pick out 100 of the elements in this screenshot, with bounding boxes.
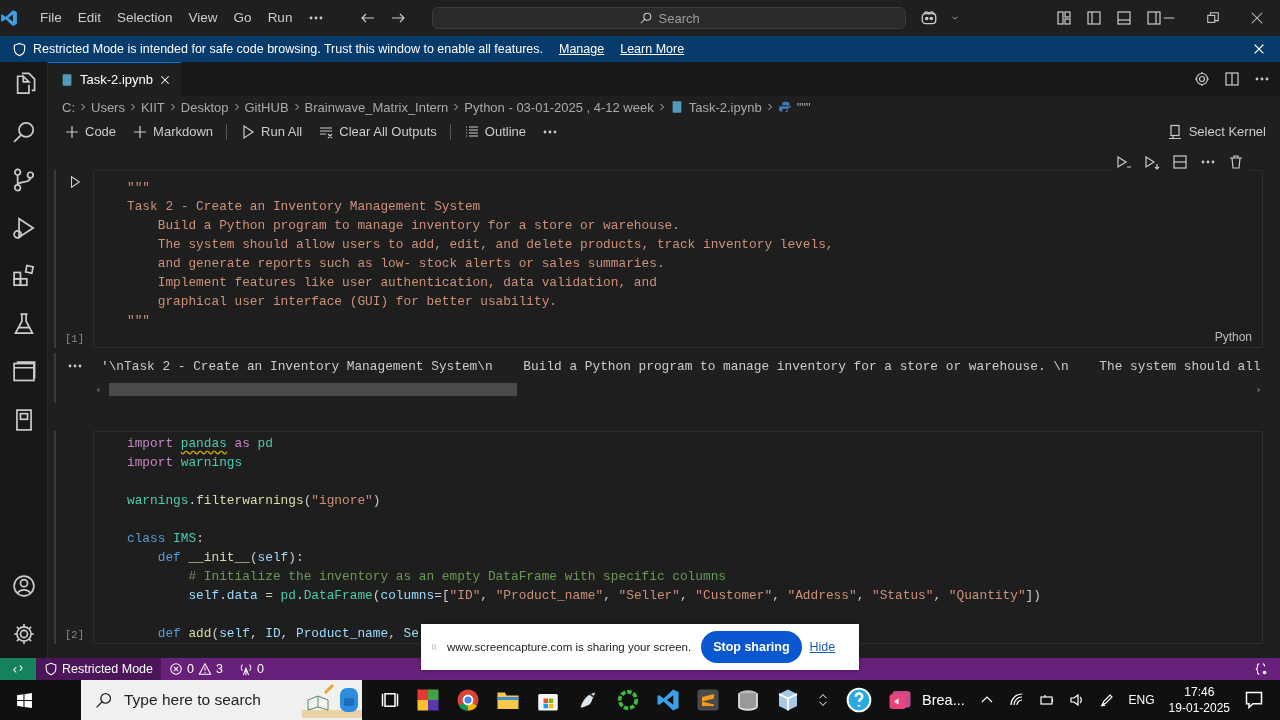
- antenna-icon: [238, 662, 253, 676]
- sidebar-left-icon[interactable]: [1086, 10, 1102, 26]
- taskbar-app[interactable]: Brea...: [888, 688, 965, 712]
- cube-icon[interactable]: [776, 688, 800, 712]
- search-field[interactable]: Search: [432, 7, 906, 29]
- breadcrumb-item[interactable]: Users: [91, 99, 125, 115]
- breadcrumb-item[interactable]: C:: [62, 99, 75, 115]
- panel-icon[interactable]: [1116, 10, 1132, 26]
- warning-icon: [197, 662, 212, 676]
- breadcrumb-item[interactable]: Brainwave_Matrix_Intern: [304, 99, 449, 115]
- task-view-icon[interactable]: [380, 690, 400, 710]
- language-label[interactable]: Python: [1214, 330, 1262, 347]
- run-below-icon[interactable]: [1144, 154, 1160, 170]
- toolbar-button[interactable]: Run All: [234, 123, 309, 140]
- toolbar-button[interactable]: Markdown: [126, 123, 220, 140]
- close-icon[interactable]: [1250, 11, 1264, 25]
- execution-count: [2]: [65, 629, 84, 641]
- menu-item[interactable]: Go: [225, 10, 260, 26]
- problems-button[interactable]: 0 3: [161, 658, 231, 680]
- breadcrumb-item[interactable]: Desktop: [180, 99, 229, 115]
- toolbar-button[interactable]: Outline: [457, 123, 532, 140]
- input-language[interactable]: ENG: [1128, 693, 1155, 707]
- run-debug-icon[interactable]: [11, 216, 36, 240]
- toolbar-button[interactable]: Code: [58, 123, 123, 140]
- database-icon[interactable]: [736, 688, 760, 712]
- code-line: import pandas as pd: [127, 435, 273, 453]
- code-line: # Initialize the inventory as an empty DataFrame with specific columns: [187, 568, 726, 586]
- execution-count: [1]: [65, 333, 84, 345]
- banner-message: Restricted Mode is intended for safe code browsing. Trust this window to enable all features.: [33, 42, 543, 56]
- ring-icon[interactable]: [616, 688, 640, 712]
- flask-icon[interactable]: [11, 312, 36, 336]
- plus-icon[interactable]: [132, 123, 149, 140]
- banner-link[interactable]: Learn More: [620, 42, 685, 56]
- plus-icon[interactable]: [64, 123, 80, 140]
- account-icon[interactable]: [11, 574, 36, 598]
- battery-icon[interactable]: [1038, 692, 1055, 708]
- toolbar-button[interactable]: Clear All Outputs: [312, 123, 443, 140]
- windows-icon[interactable]: [16, 691, 33, 709]
- extensions-icon[interactable]: [11, 264, 36, 288]
- list-icon[interactable]: [463, 123, 480, 140]
- volume-icon[interactable]: [1068, 692, 1085, 708]
- menu-item[interactable]: Edit: [69, 10, 110, 26]
- sidebar-right-icon[interactable]: [1146, 10, 1162, 26]
- pen-icon[interactable]: [1098, 692, 1115, 708]
- run-by-line-icon[interactable]: [1116, 154, 1132, 170]
- books-backpack-icon: [302, 682, 362, 718]
- breadcrumb-item[interactable]: GitHUB: [244, 99, 289, 115]
- code-line: """: [127, 312, 151, 330]
- kernel-icon[interactable]: [1166, 123, 1183, 140]
- split-cell-icon[interactable]: [1172, 154, 1188, 170]
- stop-sharing-button[interactable]: Stop sharing: [701, 631, 802, 663]
- search-icon[interactable]: [11, 120, 36, 144]
- search-icon: [638, 11, 653, 25]
- breadcrumb-item[interactable]: Task-2.ipynb: [669, 99, 762, 115]
- restore-icon[interactable]: [1206, 11, 1220, 25]
- settings-icon[interactable]: [11, 622, 36, 646]
- vscode-logo-icon: [0, 9, 18, 27]
- slides-icon: [888, 688, 912, 712]
- breadcrumb-item[interactable]: """: [777, 99, 811, 115]
- breadcrumb-item[interactable]: KIIT: [140, 99, 165, 115]
- wifi-icon[interactable]: [1008, 692, 1025, 708]
- browser-icon[interactable]: [456, 688, 480, 712]
- taskbar-search-field[interactable]: Type here to search: [81, 680, 362, 720]
- ports-button[interactable]: 0: [230, 658, 272, 680]
- restricted-mode-button[interactable]: Restricted Mode: [36, 658, 161, 680]
- source-control-icon[interactable]: [11, 168, 36, 192]
- tiles-icon[interactable]: [416, 688, 440, 712]
- help-icon[interactable]: [846, 687, 872, 713]
- menu-item[interactable]: Selection: [109, 10, 181, 26]
- menu-item[interactable]: View: [180, 10, 226, 26]
- notification-center-icon[interactable]: [1244, 690, 1264, 710]
- search-icon: [95, 691, 112, 709]
- clock[interactable]: 17:46 19-01-2025: [1168, 684, 1230, 716]
- code-cell[interactable]: [93, 170, 1263, 348]
- breadcrumb-item[interactable]: Python - 03-01-2025 , 4-12 week: [464, 99, 654, 115]
- code-line: Implement features like user authentication, data validation, and: [156, 274, 657, 292]
- banner-link[interactable]: Manage: [559, 42, 605, 56]
- hide-link[interactable]: Hide: [809, 640, 836, 654]
- split-editor-icon[interactable]: [1224, 71, 1240, 87]
- layout-icon[interactable]: [1056, 10, 1072, 26]
- code-line: Build a Python program to manage inventory for a store or warehouse.: [156, 217, 680, 235]
- notebook-icon: [60, 72, 74, 87]
- code-line: Task 2 - Create an Inventory Management System: [127, 198, 481, 216]
- error-icon: [169, 662, 183, 676]
- code-line: warnings.filterwarnings("ignore"): [127, 492, 381, 510]
- code-editor-icon[interactable]: [656, 688, 680, 712]
- scrollbar-thumb[interactable]: [109, 383, 517, 396]
- select-kernel-button[interactable]: Select Kernel: [1166, 123, 1266, 140]
- editor-tab[interactable]: Task-2.ipynb: [48, 62, 181, 96]
- python-icon: [777, 100, 792, 114]
- delete-icon[interactable]: [1228, 154, 1244, 170]
- menu-item[interactable]: File: [32, 10, 70, 26]
- close-icon[interactable]: [159, 73, 171, 86]
- code-line: graphical user interface (GUI) for better usability.: [156, 293, 558, 311]
- menu-item[interactable]: Run: [259, 10, 301, 26]
- remote-icon: [11, 662, 25, 676]
- code-line: """: [127, 179, 151, 197]
- code-line: self.data = pd.DataFrame(columns=["ID", "Product_name", "Seller", "Customer", "Address", "Status", "Quantity"]): [187, 587, 1041, 605]
- code-cell[interactable]: [93, 431, 1263, 644]
- shield-icon: [12, 41, 27, 57]
